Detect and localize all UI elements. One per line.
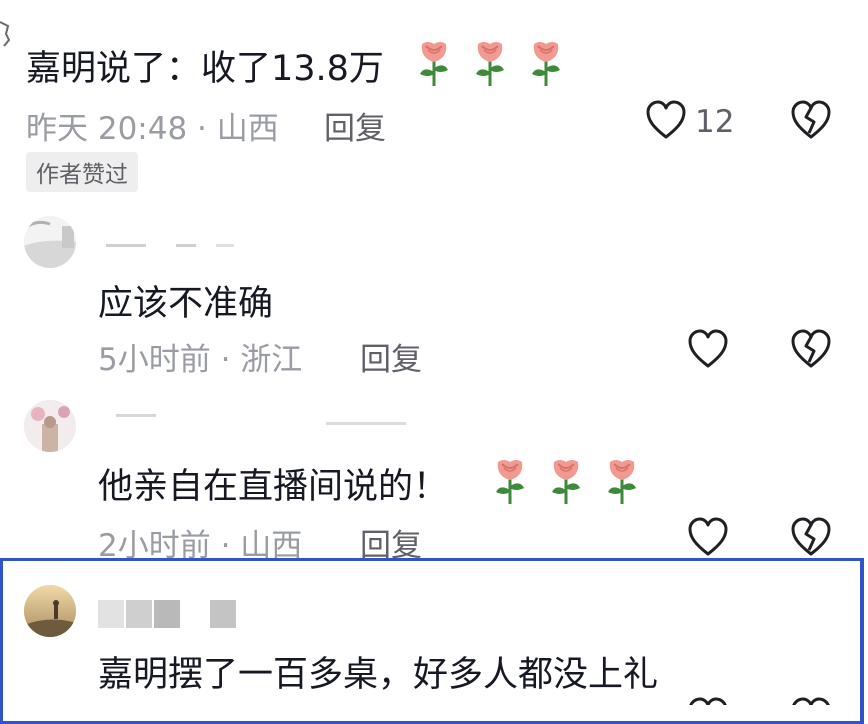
comment-1-text: 嘉明说了：收了13.8万 — [26, 49, 384, 89]
rose-emoji-icon — [532, 42, 560, 86]
broken-heart-icon[interactable] — [790, 100, 832, 140]
broken-heart-icon[interactable] — [790, 697, 832, 705]
comment-4-meta-partial — [98, 699, 458, 705]
avatar[interactable] — [24, 400, 76, 452]
rose-emoji-icon — [496, 460, 524, 504]
avatar-partial[interactable] — [0, 20, 11, 50]
username-redacted[interactable] — [96, 236, 246, 258]
comment-1-meta: 昨天 20:48 · 山西 — [26, 111, 279, 147]
heart-outline-icon[interactable] — [687, 517, 729, 557]
avatar[interactable] — [24, 585, 76, 637]
comment-4-text: 嘉明摆了一百多桌，好多人都没上礼 — [98, 655, 659, 695]
comment-3-emojis — [490, 454, 650, 506]
comment-2-text: 应该不准确 — [98, 284, 274, 324]
author-liked-badge: 作者赞过 — [26, 152, 138, 192]
rose-emoji-icon — [552, 460, 580, 504]
username-redacted[interactable] — [98, 600, 248, 628]
comment-1-like-count: 12 — [695, 104, 735, 140]
comment-3-text: 他亲自在直播间说的！ — [98, 467, 449, 507]
rose-emoji-icon — [476, 42, 504, 86]
comment-2-reply-button[interactable]: 回复 — [360, 334, 422, 379]
username-redacted[interactable] — [96, 408, 426, 430]
broken-heart-icon[interactable] — [790, 329, 832, 369]
comment-1-emojis — [410, 36, 570, 88]
avatar[interactable] — [24, 216, 76, 268]
comment-1-reply-button[interactable]: 回复 — [324, 103, 386, 148]
broken-heart-icon[interactable] — [790, 517, 832, 557]
heart-outline-icon[interactable] — [687, 697, 729, 705]
rose-emoji-icon — [420, 42, 448, 86]
rose-emoji-icon — [608, 460, 636, 504]
heart-outline-icon[interactable] — [687, 329, 729, 369]
heart-outline-icon[interactable] — [645, 100, 687, 140]
comment-2-meta: 5小时前 · 浙江 — [98, 342, 303, 378]
